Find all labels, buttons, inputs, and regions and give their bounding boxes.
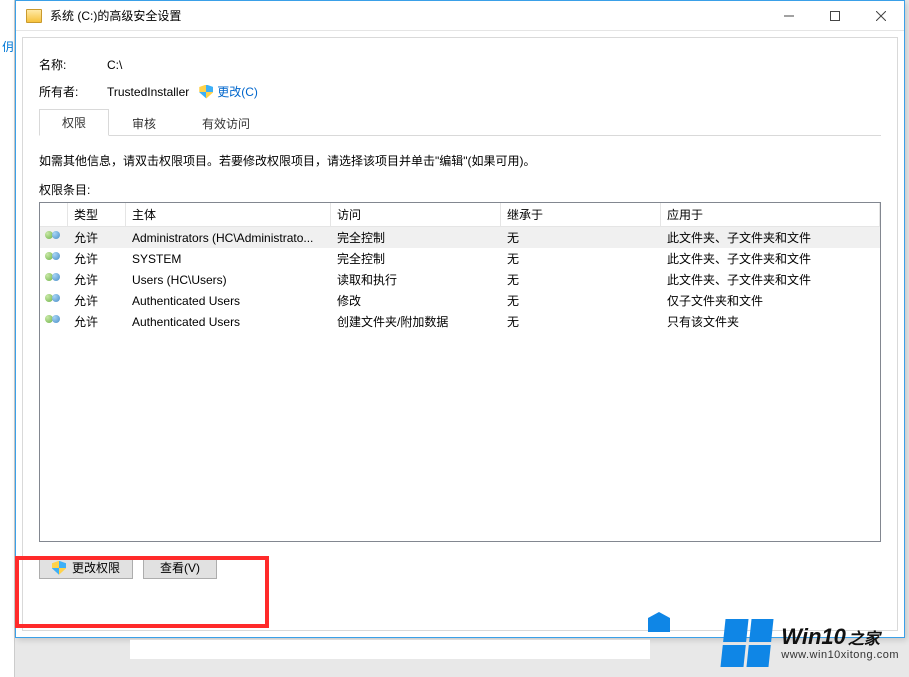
cell-access: 完全控制 xyxy=(331,229,501,246)
cell-access: 修改 xyxy=(331,292,501,309)
cell-inherit: 无 xyxy=(501,271,661,288)
watermark-text: Win10之家 www.win10xitong.com xyxy=(781,625,899,661)
name-label: 名称: xyxy=(39,56,107,73)
cell-access: 创建文件夹/附加数据 xyxy=(331,313,501,330)
instruction-text: 如需其他信息，请双击权限项目。若要修改权限项目，请选择该项目并单击"编辑"(如果… xyxy=(39,152,881,171)
cell-inherit: 无 xyxy=(501,250,661,267)
titlebar[interactable]: 系统 (C:)的高级安全设置 xyxy=(16,1,904,31)
cell-type: 允许 xyxy=(68,313,126,330)
maximize-icon xyxy=(830,11,840,21)
shield-icon xyxy=(199,85,213,99)
cell-applies: 此文件夹、子文件夹和文件 xyxy=(661,229,880,246)
folder-icon xyxy=(26,9,42,23)
cell-type: 允许 xyxy=(68,250,126,267)
col-applies-header[interactable]: 应用于 xyxy=(661,203,880,226)
minimize-button[interactable] xyxy=(766,1,812,31)
windows-logo-icon xyxy=(721,619,774,667)
cell-principal: Authenticated Users xyxy=(126,315,331,329)
cell-principal: Administrators (HC\Administrato... xyxy=(126,231,331,245)
tab-auditing[interactable]: 审核 xyxy=(109,110,179,136)
watermark-url: www.win10xitong.com xyxy=(781,649,899,661)
owner-label: 所有者: xyxy=(39,83,107,100)
owner-row: 所有者: TrustedInstaller 更改(C) xyxy=(39,83,881,100)
close-icon xyxy=(876,11,886,21)
col-access-header[interactable]: 访问 xyxy=(331,203,501,226)
table-row[interactable]: 允许Administrators (HC\Administrato...完全控制… xyxy=(40,227,880,248)
view-button[interactable]: 查看(V) xyxy=(143,556,217,579)
cell-inherit: 无 xyxy=(501,292,661,309)
cell-applies: 仅子文件夹和文件 xyxy=(661,292,880,309)
change-owner-link[interactable]: 更改(C) xyxy=(217,83,258,100)
advanced-security-window: 系统 (C:)的高级安全设置 名称: C:\ 所有者: TrustedInsta… xyxy=(15,0,905,638)
close-button[interactable] xyxy=(858,1,904,31)
permissions-table: 类型 主体 访问 继承于 应用于 允许Administrators (HC\Ad… xyxy=(39,202,881,542)
table-row[interactable]: 允许Users (HC\Users)读取和执行无此文件夹、子文件夹和文件 xyxy=(40,269,880,290)
cell-type: 允许 xyxy=(68,271,126,288)
background-window-sliver: 仴 xyxy=(0,0,15,677)
cell-inherit: 无 xyxy=(501,229,661,246)
tab-bar: 权限 审核 有效访问 xyxy=(39,110,881,136)
minimize-icon xyxy=(784,11,794,21)
entries-label: 权限条目: xyxy=(39,181,881,198)
window-title: 系统 (C:)的高级安全设置 xyxy=(50,7,181,24)
name-row: 名称: C:\ xyxy=(39,56,881,73)
watermark-suffix: 之家 xyxy=(848,631,880,648)
content-panel: 名称: C:\ 所有者: TrustedInstaller 更改(C) 权限 审… xyxy=(22,37,898,631)
change-permissions-button[interactable]: 更改权限 xyxy=(39,556,133,579)
table-row[interactable]: 允许Authenticated Users创建文件夹/附加数据无只有该文件夹 xyxy=(40,311,880,332)
table-row[interactable]: 允许SYSTEM完全控制无此文件夹、子文件夹和文件 xyxy=(40,248,880,269)
cell-applies: 只有该文件夹 xyxy=(661,313,880,330)
col-icon-header[interactable] xyxy=(40,203,68,226)
watermark-brand: Win10 xyxy=(781,624,846,649)
maximize-button[interactable] xyxy=(812,1,858,31)
cell-applies: 此文件夹、子文件夹和文件 xyxy=(661,271,880,288)
cell-access: 读取和执行 xyxy=(331,271,501,288)
col-principal-header[interactable]: 主体 xyxy=(126,203,331,226)
tab-permissions[interactable]: 权限 xyxy=(39,109,109,136)
col-inherit-header[interactable]: 继承于 xyxy=(501,203,661,226)
cell-principal: Authenticated Users xyxy=(126,294,331,308)
col-type-header[interactable]: 类型 xyxy=(68,203,126,226)
background-strip xyxy=(130,639,650,659)
cell-type: 允许 xyxy=(68,229,126,246)
cell-applies: 此文件夹、子文件夹和文件 xyxy=(661,250,880,267)
table-row[interactable]: 允许Authenticated Users修改无仅子文件夹和文件 xyxy=(40,290,880,311)
watermark: Win10之家 www.win10xitong.com xyxy=(723,619,899,667)
cell-access: 完全控制 xyxy=(331,250,501,267)
owner-value: TrustedInstaller xyxy=(107,85,189,99)
table-body: 允许Administrators (HC\Administrato...完全控制… xyxy=(40,227,880,332)
tab-effective-access[interactable]: 有效访问 xyxy=(179,110,273,136)
sliver-char: 仴 xyxy=(2,38,14,55)
cell-type: 允许 xyxy=(68,292,126,309)
cell-principal: SYSTEM xyxy=(126,252,331,266)
cell-inherit: 无 xyxy=(501,313,661,330)
change-permissions-label: 更改权限 xyxy=(72,559,120,576)
cell-principal: Users (HC\Users) xyxy=(126,273,331,287)
name-value: C:\ xyxy=(107,58,122,72)
button-row: 更改权限 查看(V) xyxy=(39,556,881,579)
table-header: 类型 主体 访问 继承于 应用于 xyxy=(40,203,880,227)
shield-icon xyxy=(52,561,66,575)
